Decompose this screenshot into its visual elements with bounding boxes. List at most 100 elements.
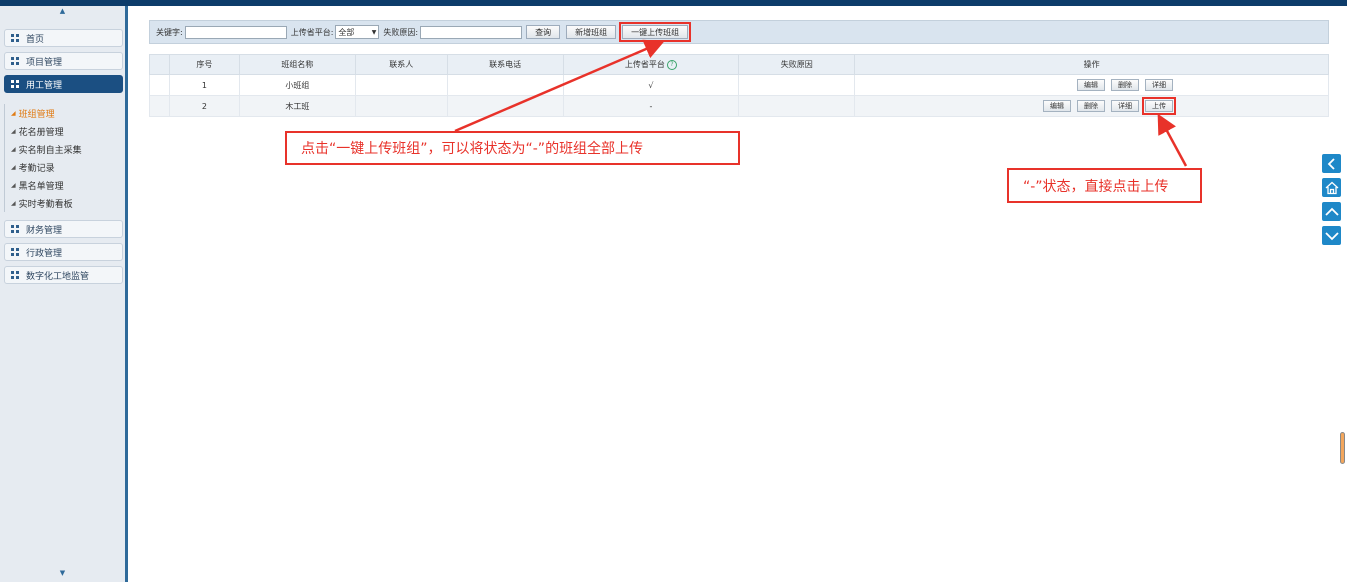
triangle-icon: ◢	[11, 199, 16, 207]
search-toolbar: 关键字: 上传省平台: 全部 ▼ 失败原因: 查询 新增班组 一键上传班组	[149, 20, 1329, 44]
add-team-button[interactable]: 新增班组	[566, 25, 617, 39]
table-header: 联系电话	[446, 54, 564, 75]
upload-button[interactable]: 上传	[1142, 97, 1176, 115]
sidebar-item-label: 数字化工地监管	[26, 271, 90, 282]
keyword-input[interactable]	[184, 25, 287, 39]
table-row: 1 小班组 √ 编辑 删除 详细	[149, 74, 1329, 96]
main-content: 关键字: 上传省平台: 全部 ▼ 失败原因: 查询 新增班组 一键上传班组 序号…	[131, 6, 1347, 582]
table-header: 上传省平台?	[562, 54, 740, 75]
table-header: 操作	[854, 54, 1329, 75]
table-cell	[738, 95, 856, 117]
sidebar-subitem-attendance[interactable]: ◢ 考勤记录	[5, 158, 124, 176]
team-table: 序号 班组名称 联系人 联系电话 上传省平台? 失败原因 操作 1 小班组 √	[149, 54, 1329, 117]
platform-select[interactable]: 全部 ▼	[335, 25, 380, 39]
sidebar-item-label: 行政管理	[26, 248, 63, 259]
upload-all-teams-button[interactable]: 一键上传班组	[619, 22, 692, 42]
sidebar-item-label: 项目管理	[26, 57, 63, 68]
reason-input[interactable]	[420, 25, 523, 39]
grid-icon	[11, 225, 19, 233]
sidebar-subitem-team[interactable]: ◢ 班组管理	[5, 104, 124, 122]
back-icon[interactable]	[1322, 154, 1341, 173]
sidebar-subitem-realname[interactable]: ◢ 实名制自主采集	[5, 140, 124, 158]
chevron-down-icon: ▼	[371, 28, 377, 36]
sidebar-subitem-label: 实时考勤看板	[18, 199, 73, 210]
triangle-icon: ◢	[11, 109, 16, 117]
sidebar-subitem-label: 黑名单管理	[18, 181, 64, 192]
sidebar-item-label: 用工管理	[26, 80, 63, 91]
sidebar-subitem-label: 实名制自主采集	[18, 145, 82, 156]
sidebar-scroll-up-icon[interactable]: ▲	[0, 6, 125, 16]
query-button[interactable]: 查询	[526, 25, 561, 39]
triangle-icon: ◢	[11, 145, 16, 153]
table-header-row: 序号 班组名称 联系人 联系电话 上传省平台? 失败原因 操作	[149, 54, 1329, 75]
sidebar-subitem-blacklist[interactable]: ◢ 黑名单管理	[5, 176, 124, 194]
row-actions: 编辑 删除 详细 上传	[856, 97, 1327, 115]
triangle-icon: ◢	[11, 127, 16, 135]
upload-status: √	[562, 74, 740, 96]
table-header-label: 上传省平台	[624, 60, 665, 69]
table-cell: 1	[168, 74, 240, 96]
triangle-icon: ◢	[11, 163, 16, 171]
sidebar-item-home[interactable]: 首页	[4, 29, 123, 47]
table-cell: 木工班	[238, 95, 356, 117]
sidebar-subitem-roster[interactable]: ◢ 花名册管理	[5, 122, 124, 140]
table-header-checkbox-col	[149, 54, 170, 75]
platform-selected-value: 全部	[338, 27, 355, 37]
table-cell	[149, 95, 170, 117]
help-icon[interactable]: ?	[666, 59, 677, 70]
grid-icon	[11, 80, 19, 88]
sidebar-subitem-label: 班组管理	[18, 109, 55, 120]
triangle-icon: ◢	[11, 181, 16, 189]
table-cell-actions: 编辑 删除 详细	[854, 74, 1329, 96]
keyword-label: 关键字:	[156, 27, 183, 37]
sidebar-item-finance[interactable]: 财务管理	[4, 220, 123, 238]
sidebar-item-admin[interactable]: 行政管理	[4, 243, 123, 261]
table-header: 班组名称	[238, 54, 356, 75]
sidebar-item-labor[interactable]: 用工管理	[4, 75, 123, 93]
sidebar-submenu: ◢ 班组管理 ◢ 花名册管理 ◢ 实名制自主采集 ◢ 考勤记录 ◢ 黑名单管理 ◢ 实时考勤…	[4, 104, 124, 212]
table-cell	[446, 95, 564, 117]
reason-label: 失败原因:	[383, 27, 419, 37]
edit-button[interactable]: 编辑	[1043, 100, 1071, 112]
table-header: 失败原因	[738, 54, 856, 75]
sidebar-subitem-label: 考勤记录	[18, 163, 55, 174]
sidebar-subitem-dashboard[interactable]: ◢ 实时考勤看板	[5, 194, 124, 212]
table-cell: 小班组	[238, 74, 356, 96]
callout-upload-row: “-”状态，直接点击上传	[1007, 168, 1202, 203]
table-cell: 2	[168, 95, 240, 117]
table-cell	[354, 95, 448, 117]
detail-button[interactable]: 详细	[1111, 100, 1139, 112]
grid-icon	[11, 34, 19, 42]
sidebar-item-label: 财务管理	[26, 225, 63, 236]
callout-upload-all: 点击“一键上传班组”，可以将状态为“-”的班组全部上传	[285, 131, 740, 165]
table-cell	[354, 74, 448, 96]
table-cell	[149, 74, 170, 96]
grid-icon	[11, 57, 19, 65]
delete-button[interactable]: 删除	[1077, 100, 1105, 112]
sidebar-subitem-label: 花名册管理	[18, 127, 64, 138]
scroll-bottom-icon[interactable]	[1322, 226, 1341, 245]
table-cell	[738, 74, 856, 96]
grid-icon	[11, 248, 19, 256]
platform-label: 上传省平台:	[290, 27, 334, 37]
table-row: 2 木工班 - 编辑 删除 详细 上传	[149, 95, 1329, 117]
upload-status: -	[562, 95, 740, 117]
edit-button[interactable]: 编辑	[1077, 79, 1105, 91]
sidebar-scroll-down-icon[interactable]: ▼	[0, 568, 125, 578]
table-header: 联系人	[354, 54, 448, 75]
detail-button[interactable]: 详细	[1145, 79, 1173, 91]
grid-icon	[11, 271, 19, 279]
home-icon[interactable]	[1322, 178, 1341, 197]
sidebar-item-label: 首页	[26, 34, 45, 45]
sidebar: ▲ 首页 项目管理 用工管理 ◢ 班组管理 ◢ 花名册管理 ◢ 实名制自主采集 ◢ 考勤…	[0, 6, 128, 582]
row-actions: 编辑 删除 详细	[856, 79, 1327, 91]
scroll-top-icon[interactable]	[1322, 202, 1341, 221]
table-header: 序号	[168, 54, 240, 75]
right-nav	[1322, 154, 1342, 250]
table-cell-actions: 编辑 删除 详细 上传	[854, 95, 1329, 117]
scrollbar-thumb[interactable]	[1340, 432, 1345, 464]
delete-button[interactable]: 删除	[1111, 79, 1139, 91]
table-cell	[446, 74, 564, 96]
sidebar-item-digital-site[interactable]: 数字化工地监管	[4, 266, 123, 284]
sidebar-item-project[interactable]: 项目管理	[4, 52, 123, 70]
